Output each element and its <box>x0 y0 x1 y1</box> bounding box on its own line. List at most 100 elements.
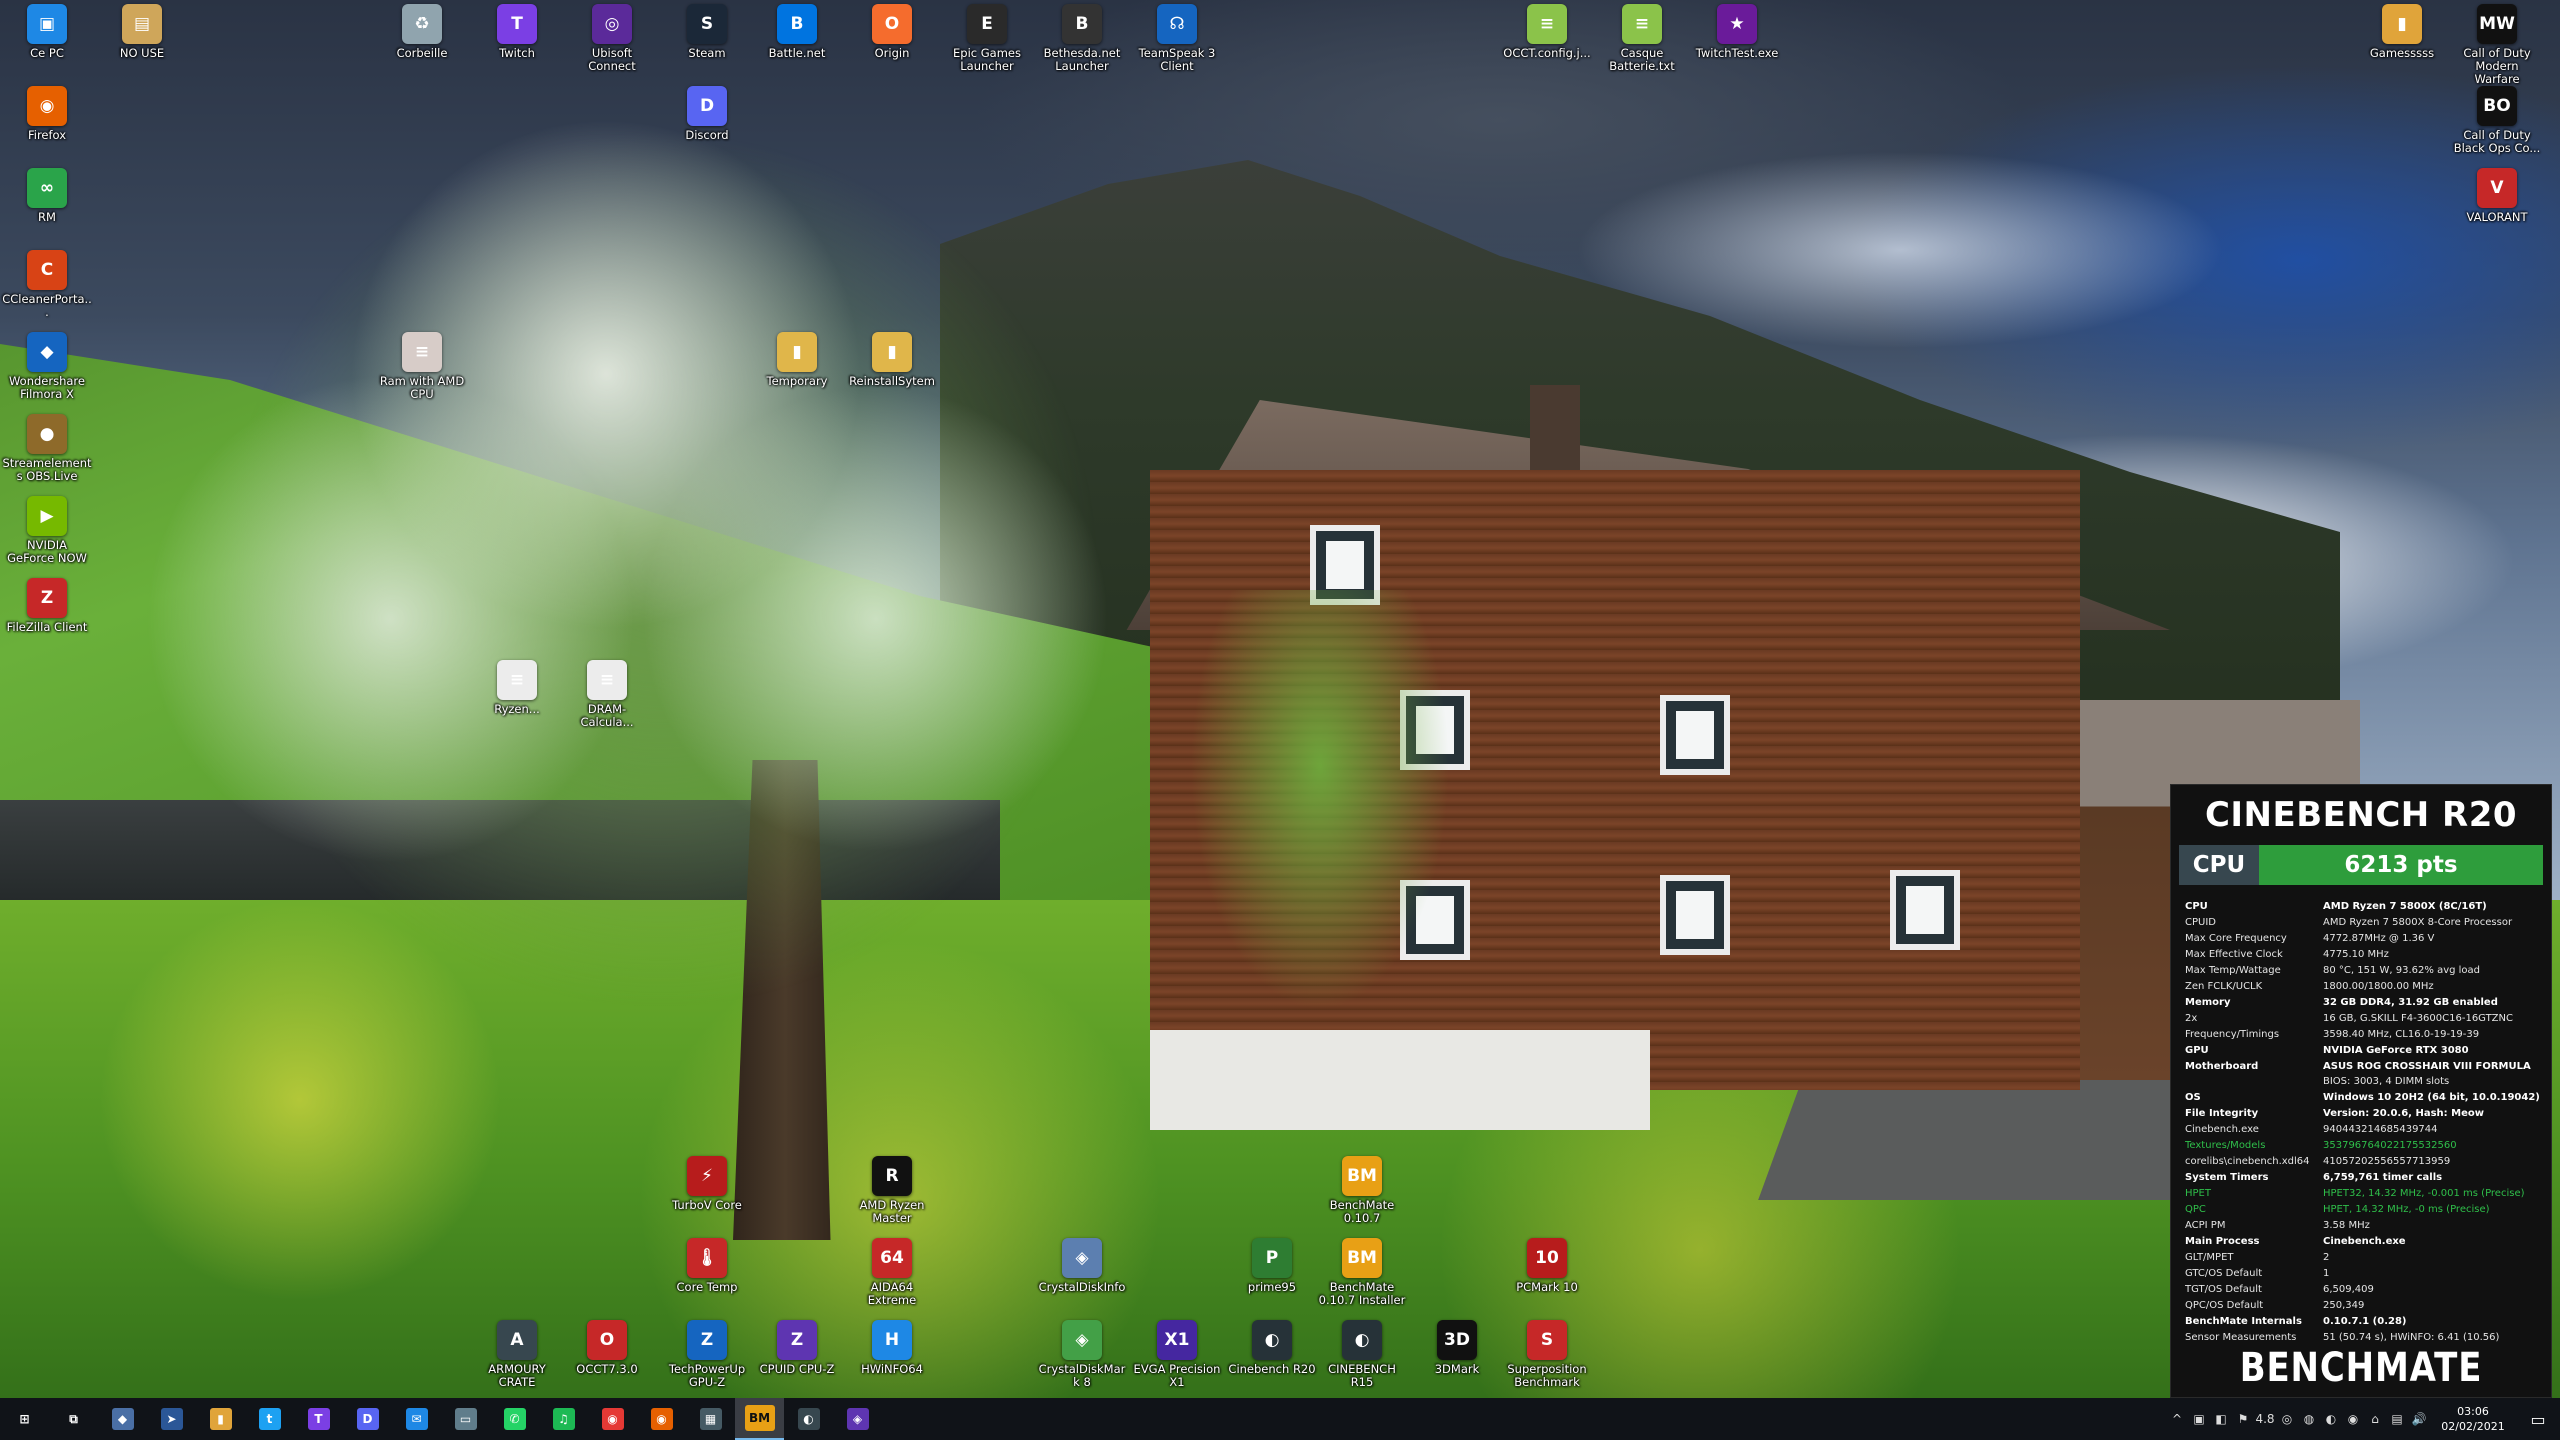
taskbar-app-3[interactable]: ▭ <box>441 1398 490 1440</box>
clock[interactable]: 03:06 02/02/2021 <box>2430 1398 2516 1440</box>
desktop-icon[interactable]: ∞ RM <box>2 168 92 252</box>
desktop-icon-label: CINEBENCH R15 <box>1328 1362 1396 1389</box>
desktop-icon[interactable]: ◆ Wondershare Filmora X <box>2 332 92 416</box>
taskbar-app-7[interactable]: ◈ <box>833 1398 882 1440</box>
taskbar-spotify[interactable]: ♫ <box>539 1398 588 1440</box>
desktop-icon[interactable]: ▮ ReinstallSytem <box>847 332 937 416</box>
tray-icon[interactable]: ^ <box>2166 1398 2188 1440</box>
desktop-icon[interactable]: MW Call of Duty Modern Warfare <box>2452 4 2542 88</box>
desktop-icon[interactable]: R AMD Ryzen Master <box>847 1156 937 1240</box>
desktop-icon[interactable]: ⚡ TurboV Core <box>662 1156 752 1240</box>
desktop-icon[interactable]: O OCCT7.3.0 <box>562 1320 652 1404</box>
desktop-icon[interactable]: S Steam <box>662 4 752 88</box>
taskbar-whatsapp[interactable]: ✆ <box>490 1398 539 1440</box>
desktop-icon[interactable]: BM BenchMate 0.10.7 <box>1317 1156 1407 1240</box>
desktop-icon[interactable]: ≡ Ryzen... <box>472 660 562 744</box>
start-button[interactable]: ⊞ <box>0 1398 49 1440</box>
info-row: System Timers 6,759,761 timer calls <box>2185 1170 2543 1186</box>
desktop-icon[interactable]: S Superposition Benchmark <box>1502 1320 1592 1404</box>
desktop-icon[interactable]: ≡ OCCT.config.j... <box>1502 4 1592 88</box>
desktop-icon[interactable]: B Bethesda.net Launcher <box>1037 4 1127 88</box>
taskbar-app-2[interactable]: ➤ <box>147 1398 196 1440</box>
taskbar-app-6[interactable]: ◐ <box>784 1398 833 1440</box>
desktop-icon-label: Ce PC <box>30 46 64 60</box>
desktop-icon-label: TeamSpeak 3 Client <box>1138 46 1216 73</box>
desktop-icon[interactable]: ▶ NVIDIA GeForce NOW <box>2 496 92 580</box>
tray-icon[interactable]: ◉ <box>2342 1398 2364 1440</box>
rm-icon: ∞ <box>27 168 67 208</box>
desktop-icon[interactable]: 10 PCMark 10 <box>1502 1238 1592 1322</box>
info-row: BenchMate Internals 0.10.7.1 (0.28) <box>2185 1314 2543 1330</box>
desktop-icon[interactable]: ◐ Cinebench R20 <box>1227 1320 1317 1404</box>
desktop-icon[interactable]: ≡ DRAM-Calcula... <box>562 660 652 744</box>
desktop-icon[interactable]: T Twitch <box>472 4 562 88</box>
desktop-icon-label: OCCT7.3.0 <box>576 1362 638 1376</box>
desktop-icon[interactable]: ≡ Ram with AMD CPU <box>377 332 467 416</box>
info-key: Max Effective Clock <box>2185 948 2283 960</box>
desktop-icon[interactable]: BM BenchMate 0.10.7 Installer <box>1317 1238 1407 1322</box>
tray-icon[interactable]: ◐ <box>2320 1398 2342 1440</box>
crystaldiskmark-icon: ◈ <box>1062 1320 1102 1360</box>
tray-icon[interactable]: ⚑ <box>2232 1398 2254 1440</box>
tray-icon[interactable]: 4.8 <box>2254 1398 2276 1440</box>
desktop-icon[interactable]: Z TechPowerUp GPU-Z <box>662 1320 752 1404</box>
taskbar-app-5[interactable]: ▦ <box>686 1398 735 1440</box>
desktop-icon[interactable]: 🌡 Core Temp <box>662 1238 752 1322</box>
desktop-icon[interactable]: ★ TwitchTest.exe <box>1692 4 1782 88</box>
taskbar-discord[interactable]: D <box>343 1398 392 1440</box>
tray-icon[interactable]: ▣ <box>2188 1398 2210 1440</box>
desktop-icon[interactable]: ● Streamelements OBS.Live <box>2 414 92 498</box>
desktop-icon[interactable]: Z FileZilla Client <box>2 578 92 662</box>
desktop-icon[interactable]: A ARMOURY CRATE <box>472 1320 562 1404</box>
tray-icon[interactable]: ◍ <box>2298 1398 2320 1440</box>
desktop-icon[interactable]: ◈ CrystalDiskInfo <box>1037 1238 1127 1322</box>
taskbar-twitter[interactable]: t <box>245 1398 294 1440</box>
taskbar-benchmate[interactable]: BM <box>735 1398 784 1440</box>
desktop-icon[interactable]: Pprime95 <box>1227 1238 1317 1322</box>
desktop-icon[interactable]: BO Call of Duty Black Ops Co... <box>2452 86 2542 170</box>
desktop-icon[interactable]: ◈ CrystalDiskMark 8 <box>1037 1320 1127 1404</box>
desktop-icon[interactable]: Z CPUID CPU-Z <box>752 1320 842 1404</box>
tray-icon[interactable]: 🔊 <box>2408 1398 2430 1440</box>
desktop-icon[interactable]: V VALORANT <box>2452 168 2542 252</box>
desktop-icon[interactable]: ▮ Gamesssss <box>2357 4 2447 88</box>
desktop-icon[interactable]: C CCleanerPorta... <box>2 250 92 334</box>
desktop-icon[interactable]: ▤ NO USE <box>97 4 187 88</box>
desktop-icon[interactable]: 64 AIDA64 Extreme <box>847 1238 937 1322</box>
desktop-icon-label: 3DMark <box>1434 1362 1480 1376</box>
tray-icon[interactable]: ◎ <box>2276 1398 2298 1440</box>
desktop-icon[interactable]: ☊ TeamSpeak 3 Client <box>1132 4 1222 88</box>
taskbar-explorer[interactable]: ▮ <box>196 1398 245 1440</box>
desktop-icon[interactable]: ◐ CINEBENCH R15 <box>1317 1320 1407 1404</box>
desktop-icon[interactable]: B Battle.net <box>752 4 842 88</box>
desktop-icon[interactable]: H HWiNFO64 <box>847 1320 937 1404</box>
tray-icon[interactable]: ▤ <box>2386 1398 2408 1440</box>
info-row: TGT/OS Default 6,509,409 <box>2185 1282 2543 1298</box>
taskbar-twitch[interactable]: T <box>294 1398 343 1440</box>
tray-icon[interactable]: ⌂ <box>2364 1398 2386 1440</box>
desktop-icon[interactable]: ▮ Temporary <box>752 332 842 416</box>
desktop-icon[interactable]: ◎ Ubisoft Connect <box>567 4 657 88</box>
desktop-icon[interactable]: O Origin <box>847 4 937 88</box>
benchmate-installer-icon: BM <box>1342 1238 1382 1278</box>
desktop-icon[interactable]: 3D 3DMark <box>1412 1320 1502 1404</box>
task-view-button[interactable]: ⧉ <box>49 1398 98 1440</box>
taskbar-app-1[interactable]: ◆ <box>98 1398 147 1440</box>
desktop-icon-label: BenchMate 0.10.7 Installer <box>1318 1280 1406 1307</box>
taskbar-firefox[interactable]: ◉ <box>637 1398 686 1440</box>
taskbar-mail[interactable]: ✉ <box>392 1398 441 1440</box>
desktop-icon[interactable]: E Epic Games Launcher <box>942 4 1032 88</box>
desktop-icon[interactable]: ◉ Firefox <box>2 86 92 170</box>
info-value: Version: 20.0.6, Hash: Meow <box>2323 1108 2484 1120</box>
desktop-icon[interactable]: D Discord <box>662 86 752 170</box>
desktop-icon[interactable]: ▣ Ce PC <box>2 4 92 88</box>
taskbar-app-4[interactable]: ◉ <box>588 1398 637 1440</box>
spotify-icon: ♫ <box>552 1408 575 1430</box>
desktop-icon[interactable]: ≡ Casque Batterie.txt <box>1597 4 1687 88</box>
desktop-icon[interactable]: ♻ Corbeille <box>377 4 467 88</box>
desktop-icon-label: NVIDIA GeForce NOW <box>7 538 87 565</box>
tray-icon[interactable]: ◧ <box>2210 1398 2232 1440</box>
desktop-icon[interactable]: X1 EVGA Precision X1 <box>1132 1320 1222 1404</box>
desktop-icon-label: VALORANT <box>2466 210 2528 224</box>
notification-center-button[interactable]: ▭ <box>2516 1398 2560 1440</box>
